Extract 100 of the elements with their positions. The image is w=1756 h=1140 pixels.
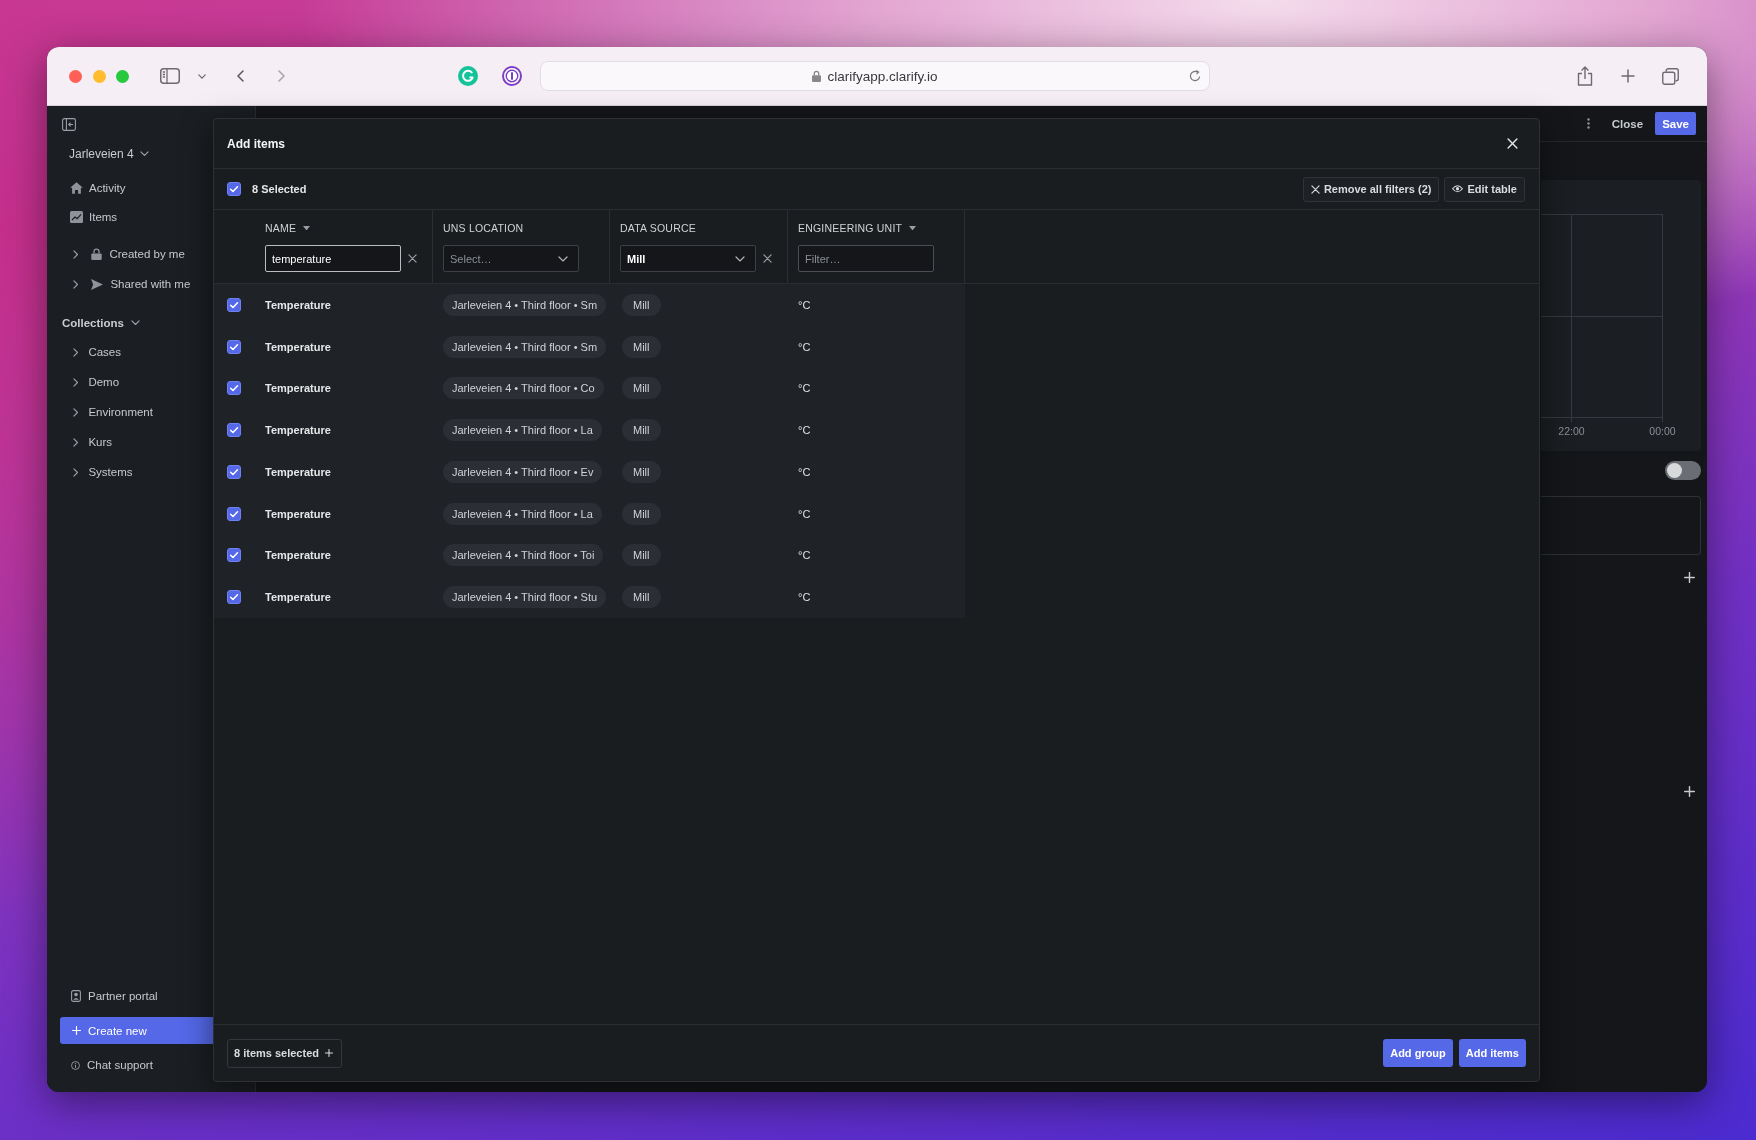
axis-label: 22:00	[1558, 425, 1585, 437]
data-source-tag: Mill	[622, 502, 661, 525]
chevron-right-icon[interactable]	[73, 279, 79, 289]
reload-icon[interactable]	[1189, 70, 1201, 82]
more-icon[interactable]	[1586, 118, 1590, 129]
add-group-button[interactable]: Add group	[1383, 1039, 1453, 1067]
sort-caret-icon[interactable]	[303, 225, 311, 231]
collection-item[interactable]: Environment	[88, 406, 153, 418]
nav-item[interactable]: Shared with me	[91, 278, 191, 290]
collapse-sidebar-icon[interactable]	[62, 118, 76, 131]
table-row[interactable]: Temperature Jarleveien 4 • Third floor • Sm Mill °C	[214, 284, 965, 326]
sidebar-toggle-icon[interactable]	[160, 68, 180, 84]
back-icon[interactable]	[237, 70, 244, 82]
selected-items-button[interactable]: 8 items selected	[227, 1038, 342, 1068]
house-icon	[70, 181, 83, 194]
nav-item[interactable]: Items	[70, 202, 118, 231]
location-tag: Jarleveien 4 • Third floor • Ev	[443, 460, 603, 483]
sidebar-link[interactable]: Chat support	[71, 1051, 153, 1079]
chevron-down-icon[interactable]	[131, 320, 140, 326]
data-source-tag: Mill	[622, 544, 661, 567]
remove-filters-button[interactable]: Remove all filters (2)	[1302, 176, 1440, 202]
workspace-dropdown[interactable]: Jarleveien 4	[69, 142, 149, 166]
keyhole-ring-icon[interactable]	[502, 66, 522, 86]
chevron-down-icon[interactable]	[198, 73, 206, 79]
column-header[interactable]: NAME	[265, 222, 297, 234]
item-name: Temperature	[265, 549, 331, 562]
collection-item[interactable]: Systems	[88, 466, 133, 478]
save-button[interactable]: Save	[1655, 112, 1696, 135]
column-header[interactable]: UNS LOCATION	[443, 222, 524, 234]
row-checkbox[interactable]	[227, 423, 241, 438]
row-checkbox[interactable]	[227, 339, 241, 354]
item-name: Temperature	[265, 340, 331, 353]
unit-text: °C	[798, 465, 811, 478]
collection-item[interactable]: Cases	[88, 346, 121, 358]
item-name: Temperature	[265, 424, 331, 437]
row-checkbox[interactable]	[227, 590, 241, 605]
nav-item[interactable]: Activity	[70, 173, 126, 202]
row-checkbox[interactable]	[227, 506, 241, 521]
location-tag: Jarleveien 4 • Third floor • La	[443, 502, 602, 525]
close-window-icon[interactable]	[69, 69, 82, 83]
eye-icon	[1452, 185, 1464, 193]
table-row[interactable]: Temperature Jarleveien 4 • Third floor • Ev Mill °C	[214, 451, 965, 493]
item-name: Temperature	[265, 465, 331, 478]
column-header[interactable]: ENGINEERING UNIT	[798, 222, 903, 234]
column-header[interactable]: DATA SOURCE	[620, 222, 696, 234]
data-source-tag: Mill	[622, 335, 661, 358]
toggle-switch[interactable]	[1665, 461, 1701, 480]
chevron-right-icon[interactable]	[73, 249, 79, 259]
dialog-title: Add items	[227, 136, 285, 151]
plus-icon[interactable]	[1684, 786, 1695, 797]
edit-table-button[interactable]: Edit table	[1444, 176, 1525, 202]
table-row[interactable]: Temperature Jarleveien 4 • Third floor • La Mill °C	[214, 409, 965, 451]
chevron-right-icon[interactable]	[73, 407, 79, 417]
lock-icon	[812, 70, 822, 82]
clear-icon	[1310, 184, 1320, 194]
close-button[interactable]: Close	[1611, 117, 1644, 130]
item-name: Temperature	[265, 298, 331, 311]
clear-icon[interactable]	[408, 254, 417, 263]
chevron-right-icon[interactable]	[73, 347, 79, 357]
share-icon[interactable]	[1577, 66, 1593, 86]
chevron-down-icon	[139, 151, 149, 157]
table-row[interactable]: Temperature Jarleveien 4 • Third floor • Toi Mill °C	[214, 534, 965, 577]
table-row[interactable]: Temperature Jarleveien 4 • Third floor • Stu Mill °C	[214, 576, 965, 618]
data-source-tag: Mill	[622, 586, 661, 609]
collections-header[interactable]: Collections	[62, 311, 140, 335]
plus-icon[interactable]	[1684, 572, 1695, 583]
chevron-down-icon	[558, 255, 568, 262]
lock-icon	[91, 248, 103, 260]
row-checkbox[interactable]	[227, 548, 241, 563]
collection-item[interactable]: Kurs	[88, 436, 113, 448]
chevron-right-icon[interactable]	[73, 377, 79, 387]
create-new-button[interactable]: Create new	[60, 1017, 213, 1044]
address-bar[interactable]: clarifyapp.clarify.io	[540, 61, 1210, 91]
data-source-tag: Mill	[622, 293, 661, 316]
overlapping-squares-icon[interactable]	[1662, 67, 1679, 85]
close-icon[interactable]	[1507, 138, 1518, 149]
filter-dropdown[interactable]: Mill	[620, 245, 756, 272]
collection-item[interactable]: Demo	[88, 376, 120, 388]
table-row[interactable]: Temperature Jarleveien 4 • Third floor • Co Mill °C	[214, 367, 965, 410]
chevron-right-icon[interactable]	[73, 437, 79, 447]
unit-text: °C	[798, 340, 811, 353]
row-checkbox[interactable]	[227, 297, 241, 312]
chart-icon	[70, 210, 83, 223]
row-checkbox[interactable]	[227, 464, 241, 479]
table-row[interactable]: Temperature Jarleveien 4 • Third floor • Sm Mill °C	[214, 325, 965, 368]
chevron-right-icon[interactable]	[73, 467, 79, 477]
select-all-checkbox[interactable]	[227, 182, 241, 196]
filter-input[interactable]: temperature	[265, 245, 401, 272]
nav-item[interactable]: Created by me	[91, 248, 185, 260]
sidebar-link[interactable]: Partner portal	[71, 982, 158, 1010]
data-source-tag: Mill	[622, 419, 661, 442]
clear-icon[interactable]	[763, 254, 772, 263]
row-checkbox[interactable]	[227, 381, 241, 396]
item-name: Temperature	[265, 591, 331, 604]
filter-input[interactable]: Filter…	[798, 245, 934, 272]
item-name: Temperature	[265, 507, 331, 520]
filter-dropdown[interactable]: Select…	[443, 245, 579, 272]
table-row[interactable]: Temperature Jarleveien 4 • Third floor • La Mill °C	[214, 492, 965, 535]
sort-caret-icon[interactable]	[909, 225, 917, 231]
add-items-button[interactable]: Add items	[1458, 1039, 1526, 1067]
